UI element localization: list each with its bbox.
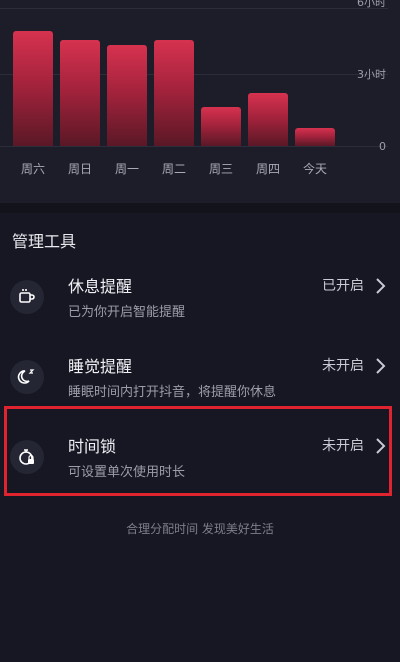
ytick-label: 6小时 (357, 0, 386, 9)
x-tick-label: 周三 (208, 162, 233, 176)
bar-0 (13, 31, 53, 146)
ytick-label: 3小时 (357, 68, 386, 81)
cup-icon (10, 280, 44, 314)
rest-reminder-title: 休息提醒 (68, 277, 133, 296)
x-tick-label: 周日 (67, 162, 92, 176)
highlight-box (4, 406, 392, 496)
footer-slogan: 合理分配时间 发现美好生活 (126, 522, 274, 536)
bar-1 (60, 40, 100, 146)
x-tick-label: 周二 (161, 162, 186, 176)
bar-5 (248, 93, 288, 146)
rest-reminder-subtitle: 已为你开启智能提醒 (68, 305, 186, 320)
section-title: 管理工具 (12, 232, 77, 251)
sleep-reminder-status: 未开启 (322, 358, 364, 374)
x-tick-label: 今天 (302, 162, 327, 176)
moon-sleep-icon (10, 360, 44, 394)
chevron-right-icon (376, 278, 386, 294)
gridline-mid (0, 74, 388, 75)
rest-reminder-status: 已开启 (322, 278, 364, 294)
bar-4 (201, 106, 241, 146)
x-tick-label: 周四 (255, 162, 280, 176)
x-tick-label: 周六 (20, 162, 45, 176)
bar-6 (295, 127, 335, 146)
chevron-right-icon (376, 358, 386, 374)
gridline-max (0, 8, 388, 9)
rest-reminder-row[interactable]: 休息提醒 已为你开启智能提醒 已开启 (0, 265, 400, 345)
sleep-reminder-subtitle: 睡眠时间内打开抖音，将提醒你休息 (68, 385, 277, 400)
usage-chart: 6小时 3小时 0 周六 周日 周一 周二 周三 周四 今天 (0, 0, 400, 203)
section-divider (0, 203, 400, 213)
ytick-label: 0 (379, 140, 386, 153)
sleep-reminder-title: 睡觉提醒 (68, 357, 133, 376)
bar-2 (107, 44, 147, 146)
gridline-zero (0, 146, 388, 147)
bar-3 (154, 40, 194, 146)
x-tick-label: 周一 (114, 162, 139, 176)
